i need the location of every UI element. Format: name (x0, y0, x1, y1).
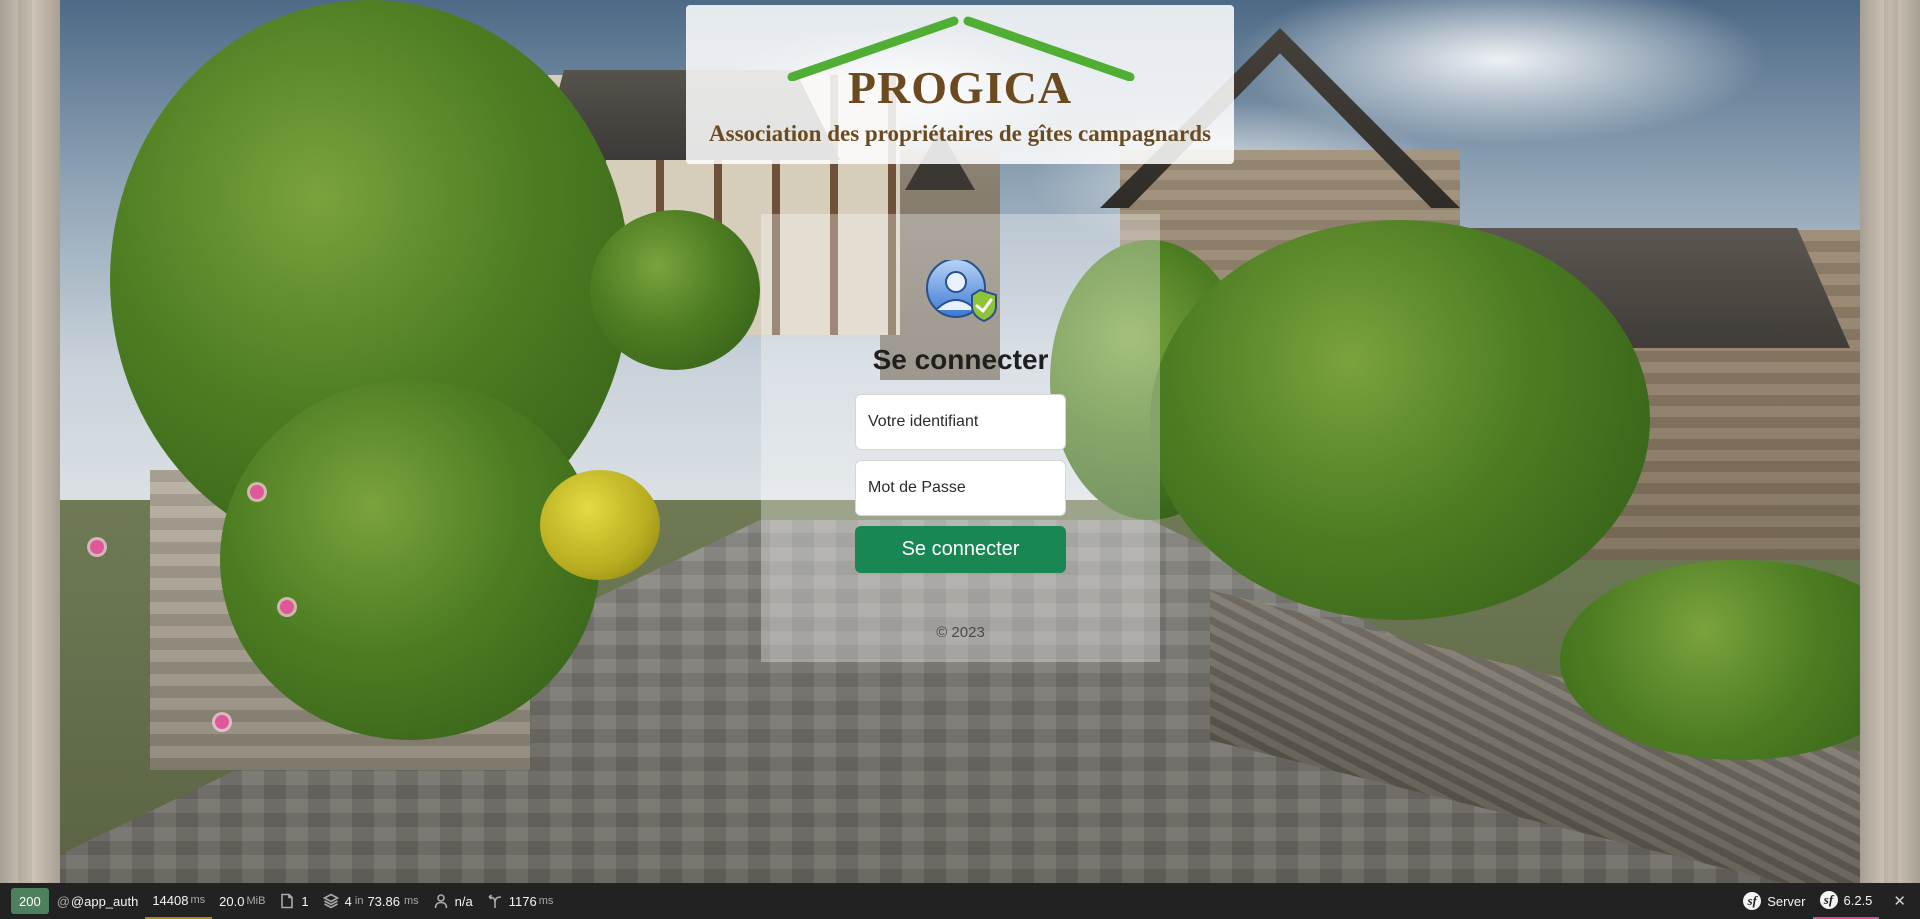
server-label: Server (1767, 893, 1806, 909)
toolbar-memory[interactable]: 20.0 MiB (212, 883, 272, 919)
background-pillar-right (1860, 0, 1920, 883)
toolbar-request-time[interactable]: 14408 ms (145, 883, 213, 919)
login-form: Se connecter Se connecter © 2023 (761, 214, 1160, 662)
toolbar-twig[interactable]: 4 in 73.86 ms (316, 883, 426, 919)
background-bush (590, 210, 760, 370)
username-field[interactable] (855, 394, 1066, 450)
symfony-version: 6.2.5 (1843, 892, 1873, 908)
toolbar-server[interactable]: sf Server (1736, 883, 1812, 919)
memory-value: 20.0 (219, 893, 245, 909)
brand-header: PROGICA Association des propriétaires de… (686, 5, 1234, 164)
login-title: Se connecter (872, 344, 1049, 375)
background-pillar-left (0, 0, 60, 883)
background-flower (250, 485, 264, 499)
background-bush (220, 380, 600, 740)
user-value: n/a (454, 893, 473, 909)
brand-tagline: Association des propriétaires de gîtes c… (709, 121, 1211, 146)
branch-icon (488, 894, 501, 908)
at-icon: @ (56, 893, 70, 909)
form-icon (281, 893, 294, 909)
user-shield-icon (926, 260, 997, 322)
status-code-badge: 200 (11, 888, 49, 914)
symfony-logo-icon: sf (1819, 891, 1838, 909)
templates-count: 4 (344, 893, 352, 909)
user-icon (434, 894, 447, 909)
request-time-value: 14408 (152, 892, 189, 908)
background-flower (90, 540, 104, 554)
route-name: @app_auth (70, 893, 139, 909)
background-flower (215, 715, 229, 729)
templates-time-unit: ms (404, 895, 419, 907)
toolbar-request[interactable]: 200 @ @app_auth (0, 883, 145, 919)
templates-time: 73.86 (367, 893, 400, 909)
toolbar-security[interactable]: n/a (426, 883, 480, 919)
forms-count: 1 (301, 893, 309, 909)
background-flower (280, 600, 294, 614)
http-client-unit: ms (538, 895, 554, 907)
close-icon: ✕ (1893, 893, 1906, 910)
toolbar-symfony-version[interactable]: sf 6.2.5 (1812, 883, 1880, 919)
templates-in-label: in (354, 895, 364, 907)
http-client-time: 1176 (508, 893, 537, 909)
layers-icon (322, 893, 339, 909)
copyright-text: © 2023 (936, 624, 985, 641)
toolbar-forms[interactable]: 1 (272, 883, 315, 919)
request-time-unit: ms (190, 894, 206, 906)
background-yellow-shrub (540, 470, 660, 580)
password-field[interactable] (855, 460, 1066, 516)
debug-toolbar: 200 @ @app_auth 14408 ms 20.0 MiB 1 4 in … (0, 883, 1920, 919)
close-toolbar-button[interactable]: ✕ (1879, 892, 1920, 910)
background-bush (1150, 220, 1650, 620)
brand-name: PROGICA (847, 62, 1073, 113)
symfony-logo-icon: sf (1743, 892, 1762, 910)
login-button[interactable]: Se connecter (855, 526, 1066, 573)
memory-unit: MiB (246, 895, 266, 907)
toolbar-http-client[interactable]: 1176 ms (480, 883, 561, 919)
